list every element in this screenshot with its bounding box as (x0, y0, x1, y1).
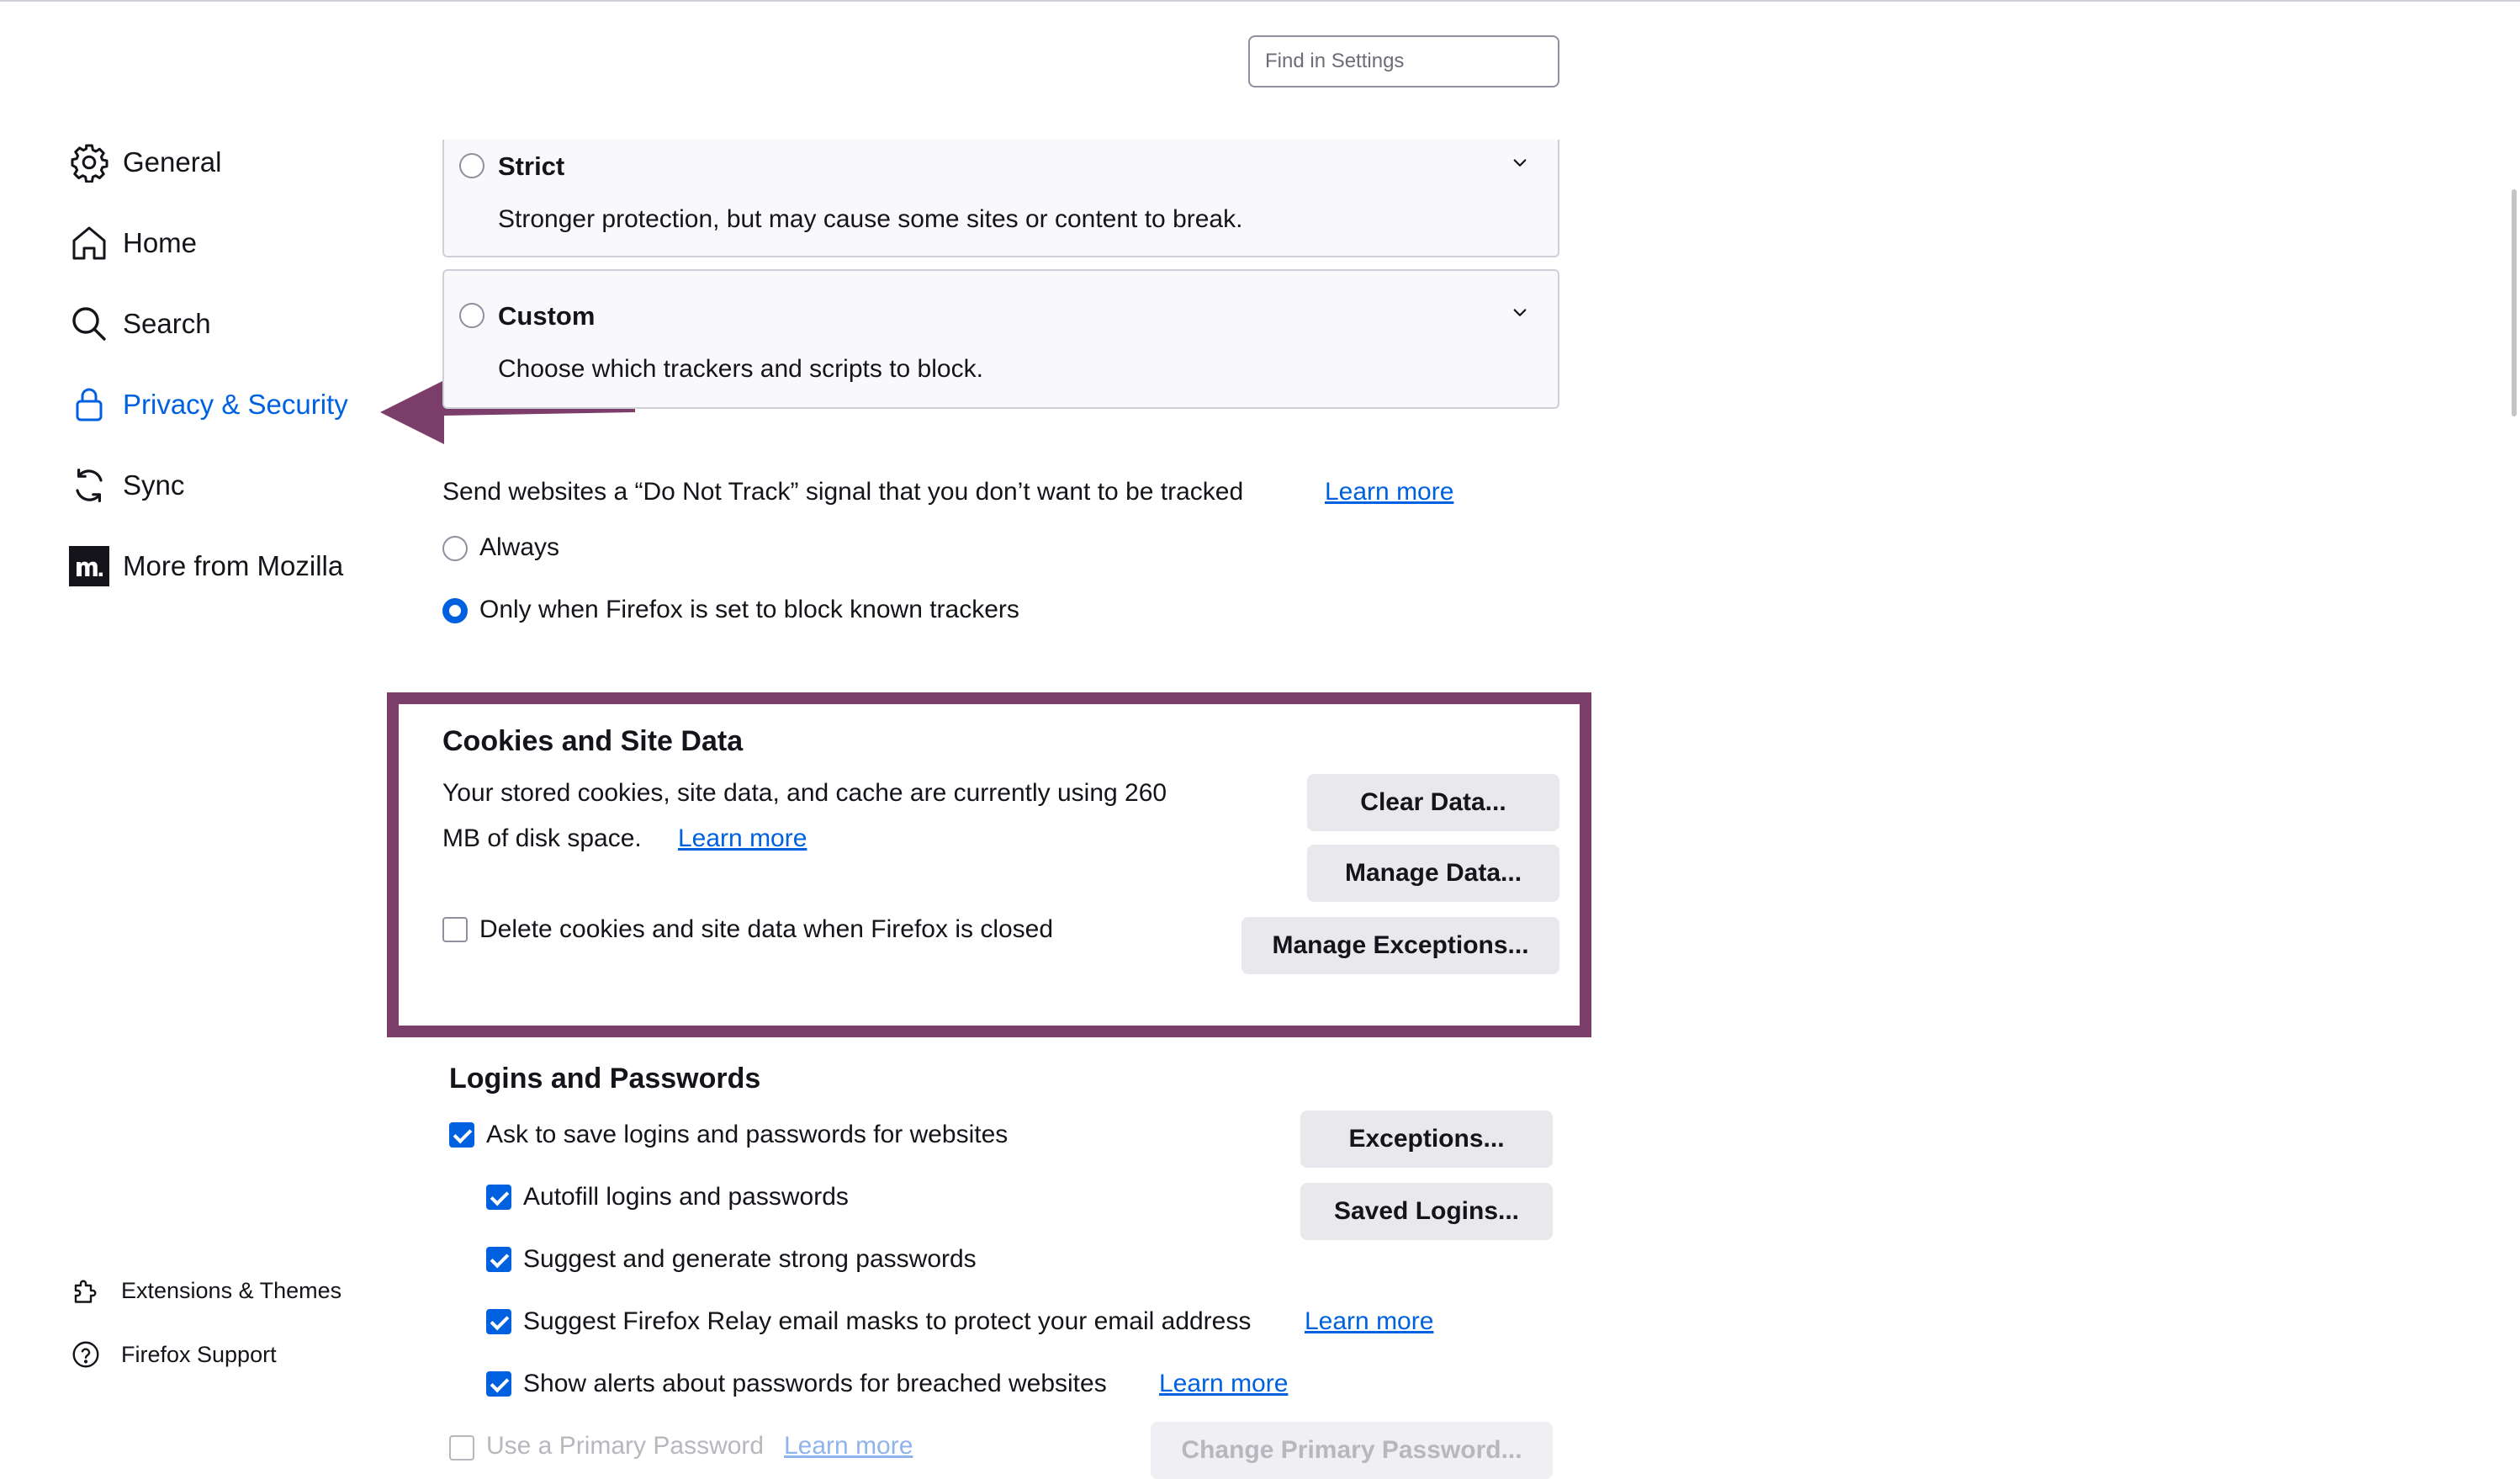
use-primary-password-checkbox[interactable] (449, 1435, 474, 1460)
breach-alerts-label: Show alerts about passwords for breached… (523, 1370, 1107, 1397)
suggest-relay-masks-label: Suggest Firefox Relay email masks to pro… (523, 1307, 1252, 1335)
sidebar-item-label: Sync (123, 469, 185, 501)
chevron-down-icon[interactable] (1507, 150, 1533, 175)
chevron-down-icon[interactable] (1507, 300, 1533, 325)
sidebar-item-label: Search (123, 308, 211, 339)
sidebar-item-label: Home (123, 227, 198, 258)
tracking-option-strict[interactable]: Strict Stronger protection, but may caus… (442, 140, 1559, 257)
saved-logins-button[interactable]: Saved Logins... (1300, 1183, 1553, 1240)
custom-title: Custom (498, 301, 596, 331)
strict-description: Stronger protection, but may cause some … (498, 205, 1243, 233)
ask-to-save-logins-checkbox[interactable] (449, 1122, 474, 1148)
puzzle-icon (69, 1274, 103, 1307)
dnt-always-label: Always (479, 533, 560, 561)
logins-section-title: Logins and Passwords (449, 1063, 761, 1095)
sidebar-footer-label: Extensions & Themes (121, 1277, 342, 1303)
suggest-strong-passwords-checkbox[interactable] (486, 1247, 511, 1272)
suggest-relay-masks-checkbox[interactable] (486, 1309, 511, 1334)
sync-icon (67, 464, 111, 507)
sidebar-item-home[interactable]: Home (67, 214, 197, 273)
tracking-option-custom[interactable]: Custom Choose which trackers and scripts… (442, 269, 1559, 409)
relay-learn-more-link[interactable]: Learn more (1305, 1307, 1433, 1336)
logins-exceptions-button[interactable]: Exceptions... (1300, 1111, 1553, 1168)
sidebar-item-search[interactable]: Search (67, 294, 211, 353)
sidebar-footer-label: Firefox Support (121, 1341, 277, 1367)
mozilla-icon (67, 544, 111, 588)
sidebar-item-label: More from Mozilla (123, 550, 344, 581)
sidebar-item-sync[interactable]: Sync (67, 456, 184, 515)
sidebar-item-label: Privacy & Security (123, 389, 348, 420)
ask-to-save-logins-label: Ask to save logins and passwords for web… (486, 1121, 1009, 1148)
dnt-learn-more-link[interactable]: Learn more (1325, 478, 1453, 506)
gear-icon (67, 140, 111, 184)
use-primary-password-label: Use a Primary Password (486, 1432, 765, 1460)
autofill-logins-label: Autofill logins and passwords (523, 1183, 849, 1211)
change-primary-password-button[interactable]: Change Primary Password... (1151, 1422, 1553, 1479)
custom-description: Choose which trackers and scripts to blo… (498, 355, 983, 383)
search-icon (67, 302, 111, 346)
autofill-logins-checkbox[interactable] (486, 1185, 511, 1210)
sidebar-footer-firefox-support[interactable]: Firefox Support (69, 1333, 277, 1376)
breach-alerts-checkbox[interactable] (486, 1371, 511, 1397)
sidebar-item-privacy-security[interactable]: Privacy & Security (67, 375, 348, 434)
lock-icon (67, 383, 111, 427)
strict-radio[interactable] (459, 153, 484, 178)
window-top-border (0, 0, 2520, 2)
find-in-settings-input[interactable] (1248, 35, 1559, 87)
help-icon (69, 1338, 103, 1371)
dnt-only-when-blocking-radio[interactable] (442, 598, 468, 623)
primary-password-learn-more-link[interactable]: Learn more (784, 1432, 913, 1460)
breach-learn-more-link[interactable]: Learn more (1159, 1370, 1288, 1398)
sidebar-item-more-from-mozilla[interactable]: More from Mozilla (67, 537, 343, 596)
dnt-label: Send websites a “Do Not Track” signal th… (442, 478, 1244, 506)
custom-radio[interactable] (459, 303, 484, 328)
suggest-strong-passwords-label: Suggest and generate strong passwords (523, 1245, 977, 1273)
sidebar-footer-extensions-themes[interactable]: Extensions & Themes (69, 1269, 341, 1312)
strict-title: Strict (498, 151, 565, 181)
scrollbar-thumb[interactable] (2512, 189, 2517, 416)
sidebar-item-label: General (123, 146, 222, 178)
dnt-always-radio[interactable] (442, 536, 468, 561)
home-icon (67, 221, 111, 265)
dnt-only-when-blocking-label: Only when Firefox is set to block known … (479, 596, 1019, 623)
annotation-highlight-box (387, 692, 1591, 1037)
sidebar-item-general[interactable]: General (67, 133, 221, 192)
